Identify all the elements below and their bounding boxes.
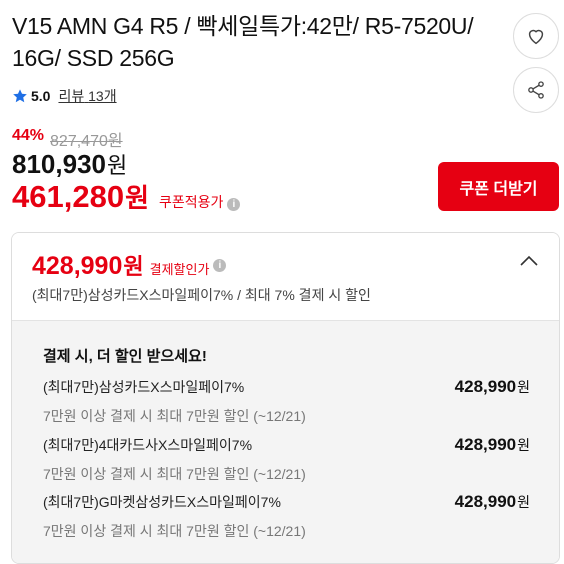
rating: 5.0 리뷰 13개 — [12, 86, 117, 106]
heart-icon — [528, 29, 544, 45]
promo-price-value: 428,990 — [454, 377, 517, 396]
promo-price: 428,990원 — [455, 492, 530, 512]
sale-price-unit: 원 — [106, 153, 128, 178]
promo-item: (최대7만)삼성카드X스마일페이7% 7만원 이상 결제 시 최대 7만원 할인… — [43, 377, 530, 426]
coupon-price-value: 461,280 — [12, 179, 125, 214]
payment-summary: (최대7만)삼성카드X스마일페이7% / 최대 7% 결제 시 할인 — [32, 287, 371, 303]
payment-price-unit: 원 — [123, 254, 144, 279]
payment-price-value: 428,990 — [32, 252, 123, 280]
promo-price: 428,990원 — [455, 377, 530, 397]
promo-item: (최대7만)4대카드사X스마일페이7% 7만원 이상 결제 시 최대 7만원 할… — [43, 435, 530, 484]
coupon-price-label: 쿠폰적용가 — [158, 194, 224, 210]
payment-discount-card: 428,990 원 결제할인가 i (최대7만)삼성카드X스마일페이7% / 최대… — [11, 232, 560, 564]
sale-price-value: 810,930 — [12, 149, 106, 179]
promo-price-value: 428,990 — [454, 435, 517, 454]
promo-price-unit: 원 — [517, 379, 530, 395]
coupon-more-button[interactable]: 쿠폰 더받기 — [438, 162, 559, 211]
payment-promo-list: 결제 시, 더 할인 받으세요! (최대7만)삼성카드X스마일페이7% 7만원 … — [12, 320, 559, 563]
sale-price: 810,930원 — [12, 148, 127, 180]
promo-desc: 7만원 이상 결제 시 최대 7만원 할인 (~12/21) — [43, 408, 306, 424]
promo-item: (최대7만)G마켓삼성카드X스마일페이7% 7만원 이상 결제 시 최대 7만원… — [43, 492, 530, 541]
payment-price: 428,990 원 결제할인가 i — [32, 249, 227, 281]
review-count: 13개 — [88, 88, 117, 104]
review-label: 리뷰 — [58, 88, 85, 104]
promo-price: 428,990원 — [455, 435, 530, 455]
promo-desc: 7만원 이상 결제 시 최대 7만원 할인 (~12/21) — [43, 466, 306, 482]
wishlist-button[interactable] — [513, 13, 559, 59]
payment-card-header[interactable]: 428,990 원 결제할인가 i (최대7만)삼성카드X스마일페이7% / 최대… — [12, 233, 559, 320]
coupon-price-unit: 원 — [125, 183, 149, 213]
rating-score: 5.0 — [31, 88, 51, 104]
promo-price-unit: 원 — [517, 494, 530, 510]
coupon-price: 461,280 원 쿠폰적용가 i — [12, 178, 241, 215]
chevron-up-icon[interactable] — [519, 255, 539, 267]
share-icon — [528, 81, 544, 99]
product-title: V15 AMN G4 R5 / 빡세일특가:42만/ R5-7520U/ 16G… — [12, 13, 474, 71]
info-icon[interactable]: i — [213, 258, 227, 272]
promo-heading: 결제 시, 더 할인 받으세요! — [43, 348, 207, 365]
share-button[interactable] — [513, 67, 559, 113]
promo-price-unit: 원 — [517, 437, 530, 453]
payment-price-label: 결제할인가 — [149, 262, 210, 277]
promo-desc: 7만원 이상 결제 시 최대 7만원 할인 (~12/21) — [43, 523, 306, 539]
promo-price-value: 428,990 — [454, 492, 517, 511]
review-link[interactable]: 리뷰 13개 — [58, 86, 116, 106]
star-icon — [13, 89, 27, 103]
info-icon[interactable]: i — [227, 198, 241, 211]
